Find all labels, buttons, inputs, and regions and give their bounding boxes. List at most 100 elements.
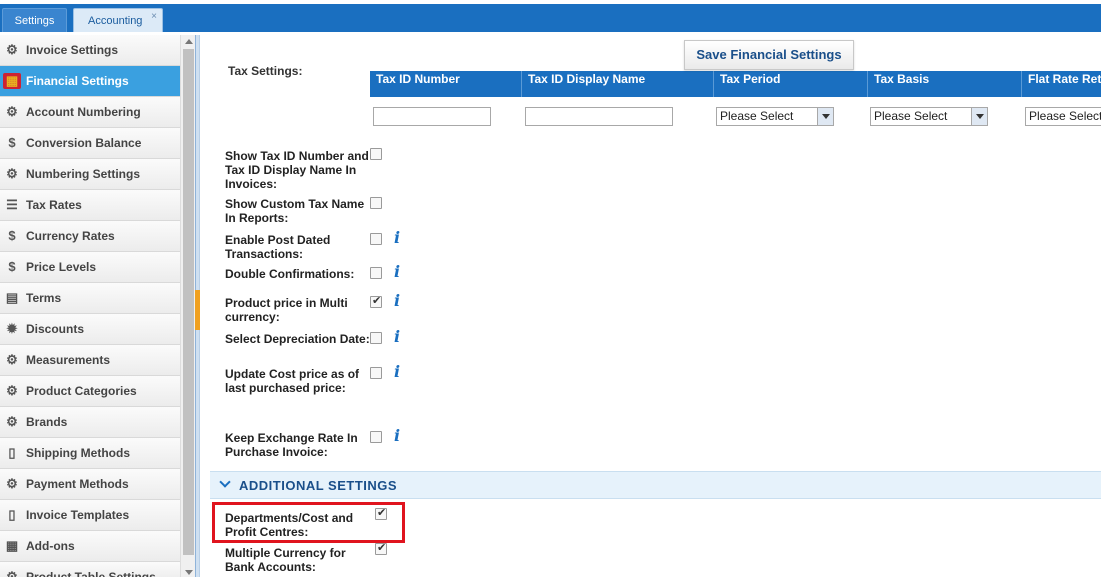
sidebar-item-label: Price Levels (26, 260, 97, 274)
option-label: Enable Post Dated Transactions: (225, 233, 331, 261)
settings-item-icon: ⚙ (6, 383, 18, 398)
settings-item-icon: ☰ (6, 197, 18, 212)
option-checkbox[interactable] (370, 332, 382, 344)
additional-settings-title: ADDITIONAL SETTINGS (239, 478, 398, 493)
tax-id-number-input[interactable] (373, 107, 491, 126)
settings-item-icon: ⚙ (6, 42, 18, 57)
sidebar-item-numbering-settings[interactable]: ⚙ Numbering Settings (0, 159, 180, 190)
settings-item-icon: ⚙ (6, 476, 18, 491)
chevron-down-icon[interactable] (220, 478, 232, 490)
tab-settings[interactable]: Settings (2, 8, 67, 32)
sidebar-item-currency-rates[interactable]: $ Currency Rates (0, 221, 180, 252)
sidebar-item-product-categories[interactable]: ⚙ Product Categories (0, 376, 180, 407)
sidebar-item-financial-settings[interactable]: ▦ Financial Settings (0, 66, 180, 97)
additional-option-checkbox[interactable] (375, 541, 387, 555)
info-icon[interactable]: i (394, 264, 404, 280)
main-panel: Tax Settings: Tax ID Number Tax ID Displ… (200, 35, 1101, 577)
sidebar-item-payment-methods[interactable]: ⚙ Payment Methods (0, 469, 180, 500)
additional-option-label: Multiple Currency for Bank Accounts: (225, 546, 346, 574)
sidebar-item-account-numbering[interactable]: ⚙ Account Numbering (0, 97, 180, 128)
settings-item-icon: ⚙ (6, 166, 18, 181)
info-icon[interactable]: i (394, 428, 404, 444)
sidebar-item-brands[interactable]: ⚙ Brands (0, 407, 180, 438)
option-checkbox[interactable] (370, 267, 382, 279)
info-icon[interactable]: i (394, 364, 404, 380)
sidebar-item-invoice-settings[interactable]: ⚙ Invoice Settings (0, 35, 180, 66)
option-label: Double Confirmations: (225, 267, 355, 281)
tax-basis-select[interactable]: Please Select (870, 107, 988, 126)
sidebar-item-label: Product Table Settings (26, 570, 156, 577)
app-window: Settings Accounting × ⚙ Invoice Settings ▦… (0, 0, 1101, 577)
settings-item-icon: ⚙ (6, 104, 18, 119)
option-label: Show Tax ID Number and Tax ID Display Na… (225, 149, 369, 191)
tax-period-select[interactable]: Please Select (716, 107, 834, 126)
chevron-down-icon[interactable] (817, 108, 833, 125)
option-checkbox[interactable] (370, 367, 382, 379)
option-checkbox[interactable] (370, 431, 382, 443)
sidebar-item-product-table-settings[interactable]: ⚙ Product Table Settings (0, 562, 180, 577)
option-checkbox[interactable] (370, 148, 382, 160)
additional-settings-header[interactable]: ADDITIONAL SETTINGS (210, 471, 1101, 499)
sidebar-item-conversion-balance[interactable]: $ Conversion Balance (0, 128, 180, 159)
tab-accounting[interactable]: Accounting × (73, 8, 163, 32)
column-tax-id-number: Tax ID Number (370, 71, 522, 97)
sidebar-item-label: Payment Methods (26, 477, 129, 491)
sidebar-item-label: Account Numbering (26, 105, 141, 119)
info-icon[interactable]: i (394, 329, 404, 345)
highlight-annotation-box (212, 502, 405, 543)
settings-item-icon: ▯ (8, 507, 16, 522)
option-checkbox[interactable] (370, 294, 382, 308)
option-label: Select Depreciation Date: (225, 332, 370, 346)
sidebar-item-price-levels[interactable]: $ Price Levels (0, 252, 180, 283)
tab-bar: Settings Accounting × (0, 0, 1101, 35)
scroll-down-arrow-icon[interactable] (185, 570, 193, 575)
sidebar-item-label: Shipping Methods (26, 446, 130, 460)
sidebar-item-label: Currency Rates (26, 229, 115, 243)
tax-period-value: Please Select (720, 109, 794, 123)
column-tax-period: Tax Period (714, 71, 868, 97)
sidebar-item-label: Brands (26, 415, 68, 429)
flat-rate-value: Please Select (1029, 109, 1101, 123)
sidebar-item-add-ons[interactable]: ▦ Add-ons (0, 531, 180, 562)
sidebar-item-label: Financial Settings (26, 74, 129, 88)
sidebar-item-label: Measurements (26, 353, 111, 367)
settings-item-icon: ▦ (5, 538, 19, 553)
sidebar-item-label: Product Categories (26, 384, 137, 398)
flat-rate-select[interactable]: Please Select (1025, 107, 1101, 126)
sidebar-item-label: Tax Rates (26, 198, 82, 212)
sidebar-item-discounts[interactable]: ✹ Discounts (0, 314, 180, 345)
sidebar-item-terms[interactable]: ▤ Terms (0, 283, 180, 314)
settings-item-icon: ⚙ (6, 414, 18, 429)
tax-table-header: Tax ID Number Tax ID Display Name Tax Pe… (370, 71, 1101, 97)
sidebar-item-label: Conversion Balance (26, 136, 142, 150)
settings-item-icon: ▦ (3, 73, 21, 89)
option-label: Product price in Multi currency: (225, 296, 348, 324)
sidebar-item-label: Terms (26, 291, 62, 305)
settings-item-icon: ✹ (6, 321, 18, 336)
info-icon[interactable]: i (394, 293, 404, 309)
column-tax-basis: Tax Basis (868, 71, 1022, 97)
tax-id-display-name-input[interactable] (525, 107, 673, 126)
settings-item-icon: $ (8, 135, 16, 150)
sidebar-item-invoice-templates[interactable]: ▯ Invoice Templates (0, 500, 180, 531)
sidebar-item-label: Invoice Templates (26, 508, 130, 522)
option-checkbox[interactable] (370, 197, 382, 209)
sidebar-item-label: Numbering Settings (26, 167, 141, 181)
scrollbar-thumb[interactable] (183, 49, 194, 555)
settings-item-icon: ▤ (5, 290, 19, 305)
info-icon[interactable]: i (394, 230, 404, 246)
scroll-up-arrow-icon[interactable] (185, 39, 193, 44)
close-icon[interactable]: × (151, 5, 157, 29)
option-label: Show Custom Tax Name In Reports: (225, 197, 365, 225)
settings-item-icon: $ (8, 259, 16, 274)
sidebar-item-tax-rates[interactable]: ☰ Tax Rates (0, 190, 180, 221)
save-financial-settings-button[interactable]: Save Financial Settings (684, 40, 854, 70)
settings-item-icon: ▯ (8, 445, 16, 460)
sidebar-scrollbar[interactable] (180, 35, 195, 577)
option-checkbox[interactable] (370, 233, 382, 245)
sidebar-item-label: Invoice Settings (26, 43, 119, 57)
sidebar-item-shipping-methods[interactable]: ▯ Shipping Methods (0, 438, 180, 469)
chevron-down-icon[interactable] (971, 108, 987, 125)
option-label: Update Cost price as of last purchased p… (225, 367, 360, 395)
sidebar-item-measurements[interactable]: ⚙ Measurements (0, 345, 180, 376)
